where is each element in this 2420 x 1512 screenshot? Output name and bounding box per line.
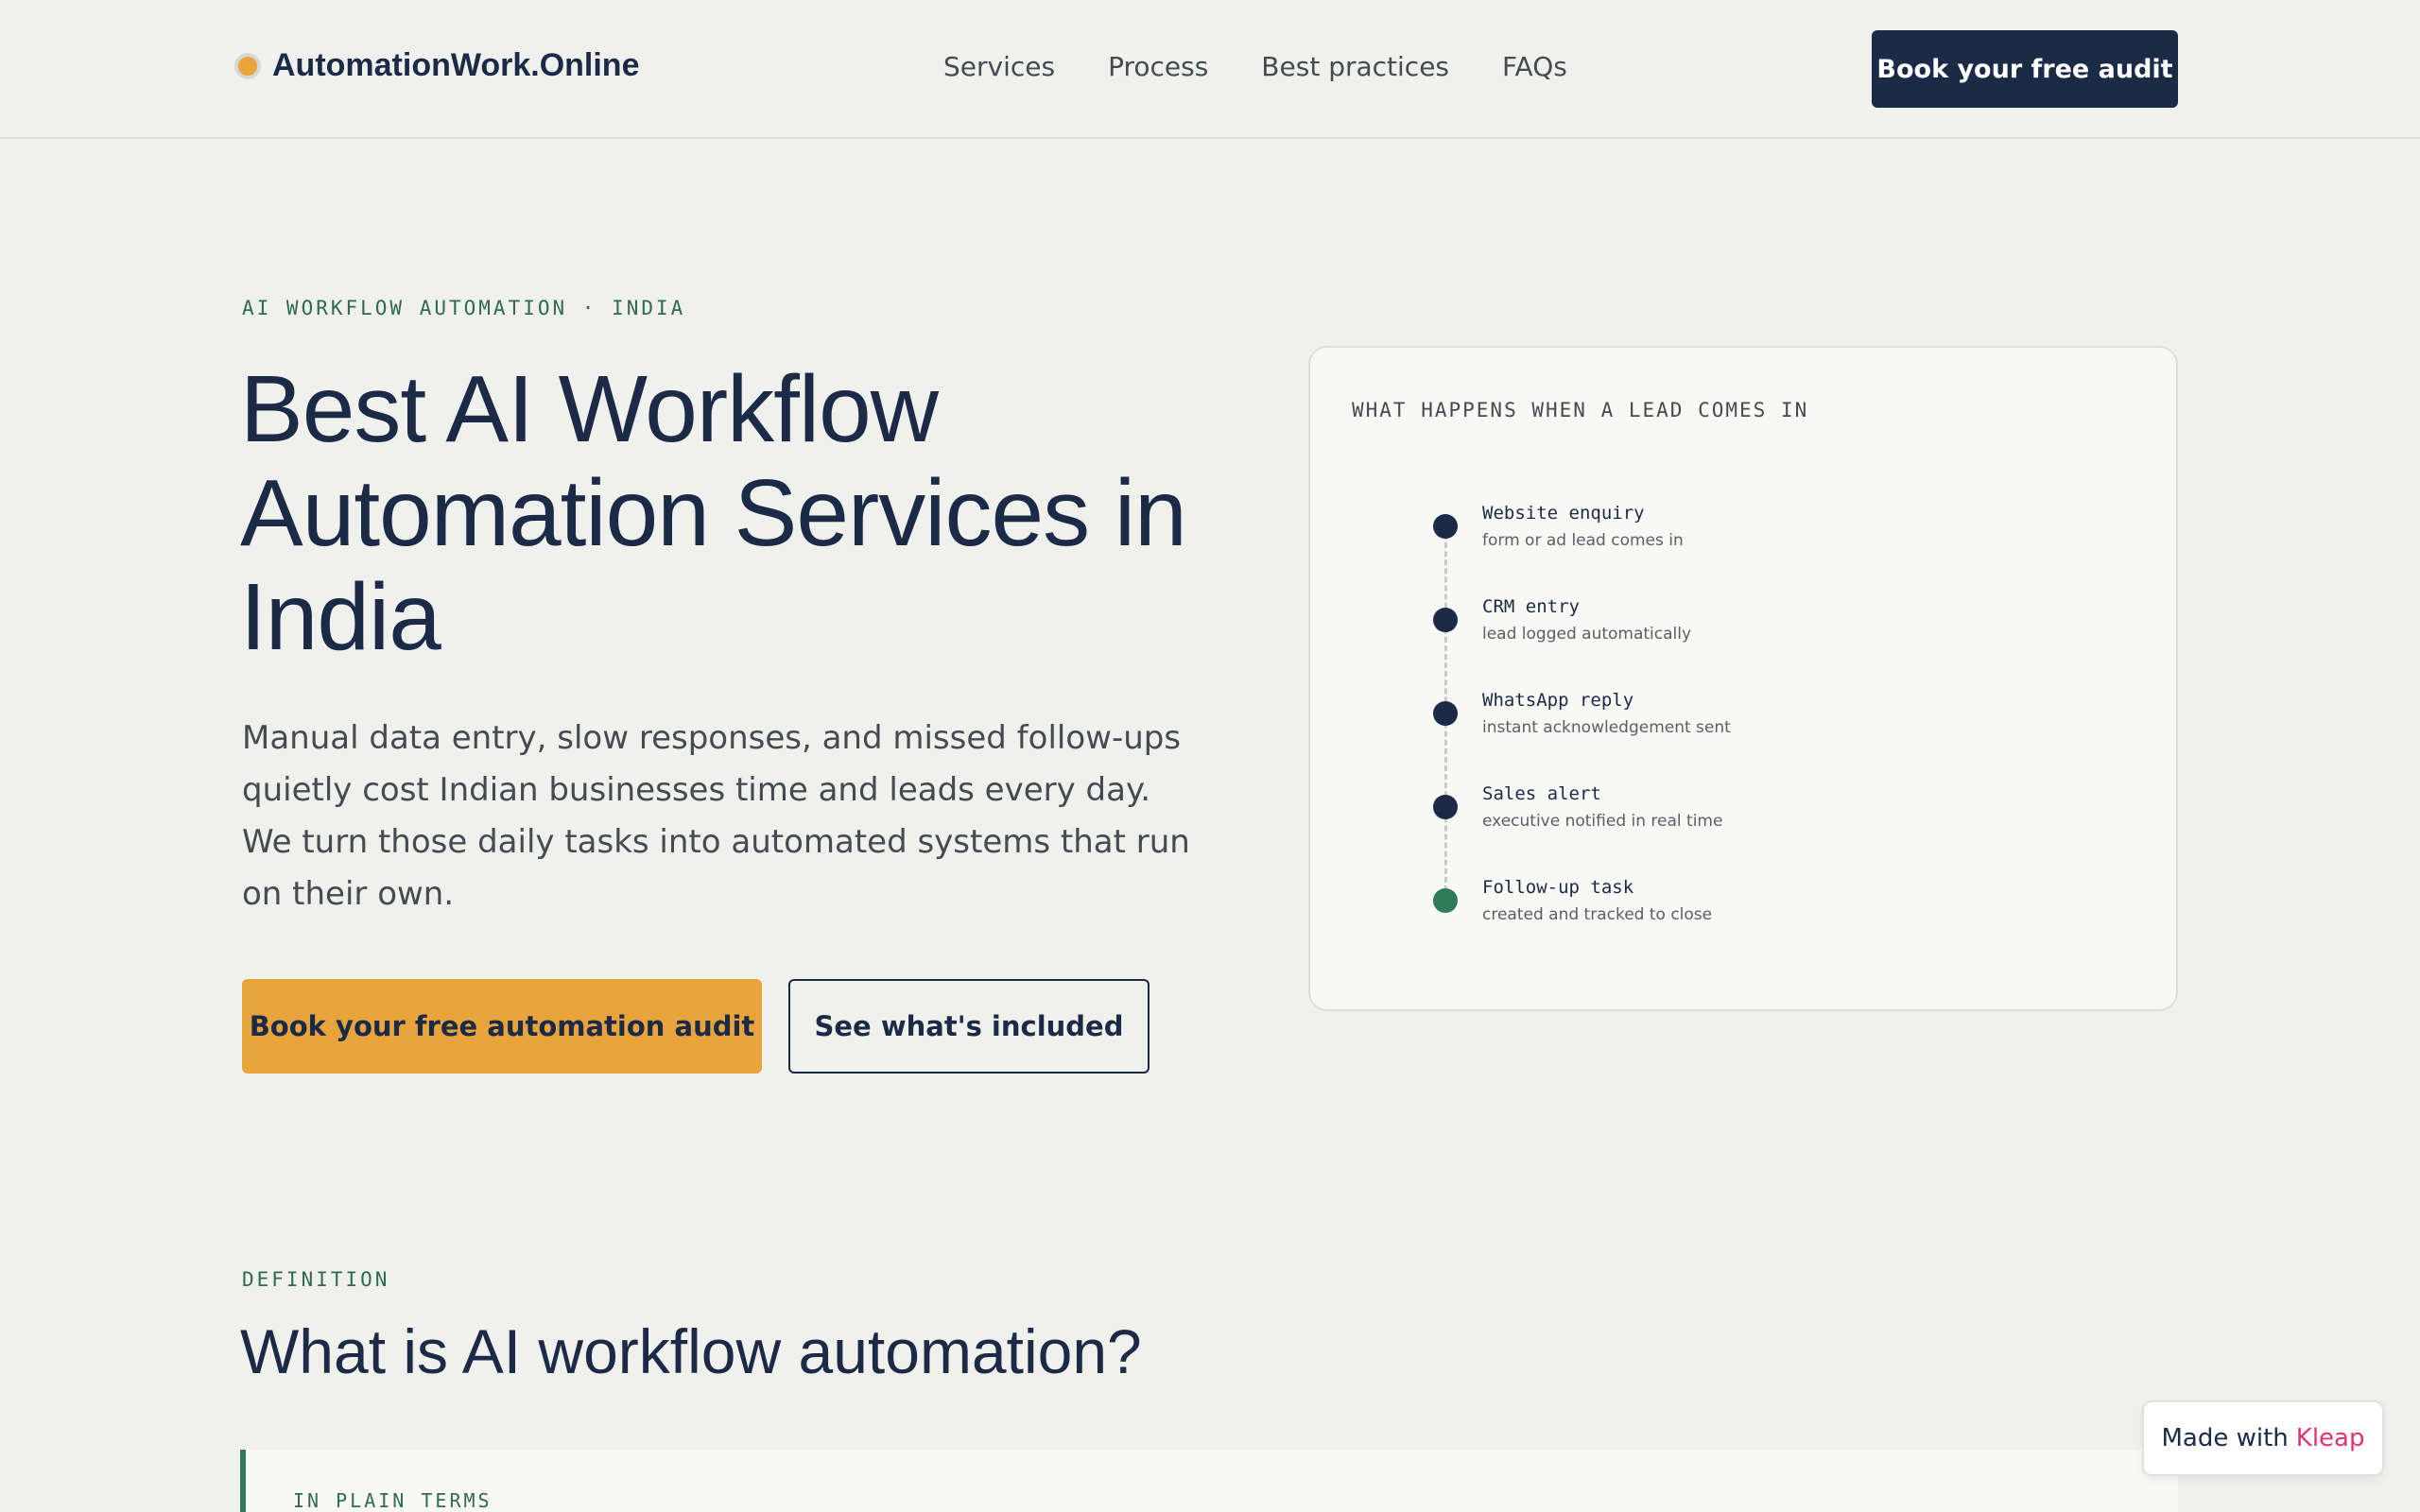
step-dot-icon <box>1433 608 1458 632</box>
hero-eyebrow: AI WORKFLOW AUTOMATION · INDIA <box>242 297 686 319</box>
step-description: form or ad lead comes in <box>1482 531 1684 550</box>
step-label: Website enquiry <box>1482 503 1645 524</box>
lead-flow-card: WHAT HAPPENS WHEN A LEAD COMES IN Websit… <box>1308 346 2178 1011</box>
top-navigation: AutomationWork.Online Services Process B… <box>0 0 2420 139</box>
nav-links: Services Process Best practices FAQs <box>943 51 1620 82</box>
timeline-step: CRM entry lead logged automatically <box>1310 596 2180 672</box>
step-dot-icon <box>1433 701 1458 726</box>
step-description: created and tracked to close <box>1482 905 1713 924</box>
timeline-step: Website enquiry form or ad lead comes in <box>1310 503 2180 578</box>
step-description: executive notified in real time <box>1482 812 1723 831</box>
step-dot-icon <box>1433 795 1458 819</box>
book-audit-button[interactable]: Book your free audit <box>1872 30 2178 108</box>
made-with-kleap-badge[interactable]: Made with Kleap <box>2142 1400 2384 1476</box>
nav-link-services[interactable]: Services <box>943 51 1055 82</box>
step-label: Sales alert <box>1482 783 1601 804</box>
step-dot-icon <box>1433 514 1458 539</box>
timeline-step: Sales alert executive notified in real t… <box>1310 783 2180 859</box>
definition-title: What is AI workflow automation? <box>240 1316 1142 1386</box>
hero-title: Best AI Workflow Automation Services in … <box>240 356 1187 670</box>
timeline-step: WhatsApp reply instant acknowledgement s… <box>1310 690 2180 765</box>
nav-link-faqs[interactable]: FAQs <box>1502 51 1567 82</box>
badge-prefix: Made with <box>2161 1424 2289 1452</box>
book-automation-audit-button[interactable]: Book your free automation audit <box>242 979 762 1074</box>
nav-link-best-practices[interactable]: Best practices <box>1261 51 1449 82</box>
step-description: lead logged automatically <box>1482 625 1692 644</box>
step-label: CRM entry <box>1482 596 1580 617</box>
badge-brand: Kleap <box>2295 1424 2365 1452</box>
step-label: WhatsApp reply <box>1482 690 1634 711</box>
plain-terms-label: IN PLAIN TERMS <box>293 1489 493 1512</box>
see-included-button[interactable]: See what's included <box>788 979 1150 1074</box>
brand-logo[interactable]: AutomationWork.Online <box>234 47 639 84</box>
step-label: Follow-up task <box>1482 877 1634 898</box>
brand-name[interactable]: AutomationWork.Online <box>272 47 639 84</box>
step-complete-dot-icon <box>1433 888 1458 913</box>
definition-eyebrow: DEFINITION <box>242 1268 390 1291</box>
timeline-step: Follow-up task created and tracked to cl… <box>1310 877 2180 953</box>
hero-description: Manual data entry, slow responses, and m… <box>242 719 1190 913</box>
lead-flow-timeline: Website enquiry form or ad lead comes in… <box>1310 348 2180 1013</box>
step-description: instant acknowledgement sent <box>1482 718 1731 737</box>
plain-terms-box: IN PLAIN TERMS <box>240 1450 2178 1512</box>
brand-dot-icon <box>234 52 261 79</box>
nav-link-process[interactable]: Process <box>1108 51 1208 82</box>
